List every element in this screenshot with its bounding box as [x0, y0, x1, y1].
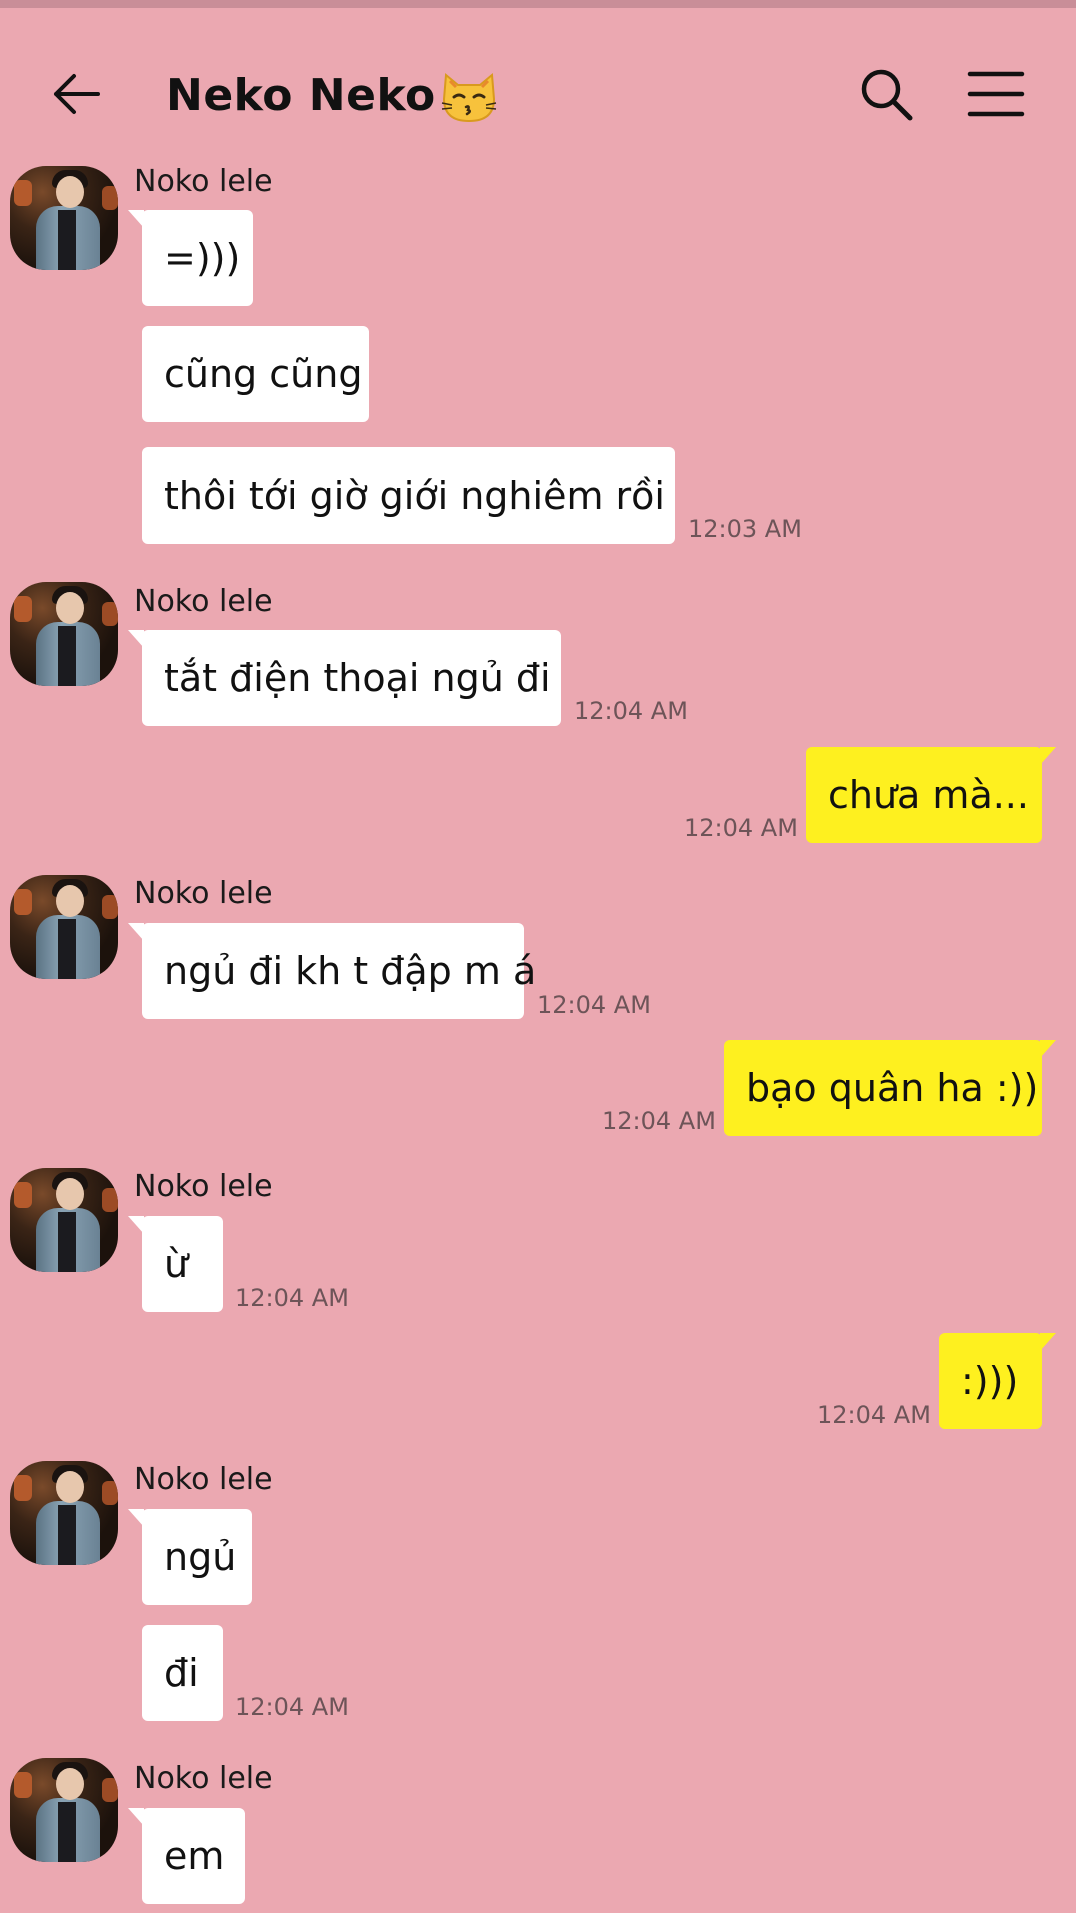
message-bubble[interactable]: em	[128, 1808, 245, 1904]
message-bubble[interactable]: ngủ	[128, 1509, 252, 1605]
message-bubble[interactable]: thôi tới giờ giới nghiêm rồi	[142, 447, 675, 544]
avatar[interactable]	[10, 1461, 118, 1565]
avatar[interactable]	[10, 166, 118, 270]
avatar[interactable]	[10, 1168, 118, 1272]
sender-name: Noko lele	[134, 876, 273, 911]
sender-name: Noko lele	[134, 584, 273, 619]
message-timestamp: 12:04 AM	[817, 1401, 931, 1429]
avatar[interactable]	[10, 875, 118, 979]
message-timestamp: 12:04 AM	[602, 1107, 716, 1135]
sender-name: Noko lele	[134, 1462, 273, 1497]
message-bubble[interactable]: tắt điện thoại ngủ đi	[128, 630, 561, 726]
message-bubble[interactable]: ừ	[128, 1216, 223, 1312]
message-bubble[interactable]: cũng cũng	[142, 326, 369, 422]
message-bubble-outgoing[interactable]: chưa mà...	[806, 747, 1056, 843]
message-timestamp: 12:04 AM	[574, 697, 688, 725]
message-bubble-outgoing[interactable]: bạo quân ha :))	[724, 1040, 1056, 1136]
sender-name: Noko lele	[134, 1169, 273, 1204]
chat-header: Neko Neko	[0, 8, 1076, 158]
message-bubble[interactable]: =)))	[128, 210, 253, 306]
sender-name: Noko lele	[134, 164, 273, 199]
message-timestamp: 12:04 AM	[537, 991, 651, 1019]
status-strip	[0, 0, 1076, 8]
hamburger-menu-icon	[967, 71, 1025, 117]
sender-name: Noko lele	[134, 1761, 273, 1796]
arrow-left-icon	[54, 74, 100, 114]
message-timestamp: 12:04 AM	[684, 814, 798, 842]
message-bubble[interactable]: đi	[142, 1625, 223, 1721]
chat-title: Neko Neko	[166, 64, 498, 128]
message-bubble[interactable]: ngủ đi kh t đập m á	[128, 923, 536, 1019]
avatar[interactable]	[10, 582, 118, 686]
search-button[interactable]	[856, 64, 916, 124]
message-timestamp: 12:04 AM	[235, 1693, 349, 1721]
avatar[interactable]	[10, 1758, 118, 1862]
search-icon	[861, 69, 913, 121]
chat-title-text: Neko Neko	[166, 70, 436, 121]
message-timestamp: 12:04 AM	[235, 1284, 349, 1312]
message-timestamp: 12:03 AM	[688, 515, 802, 543]
back-button[interactable]	[48, 66, 104, 122]
kissing-cat-emoji-icon	[440, 69, 498, 123]
menu-button[interactable]	[966, 66, 1026, 122]
message-bubble-outgoing[interactable]: :)))	[939, 1333, 1056, 1429]
